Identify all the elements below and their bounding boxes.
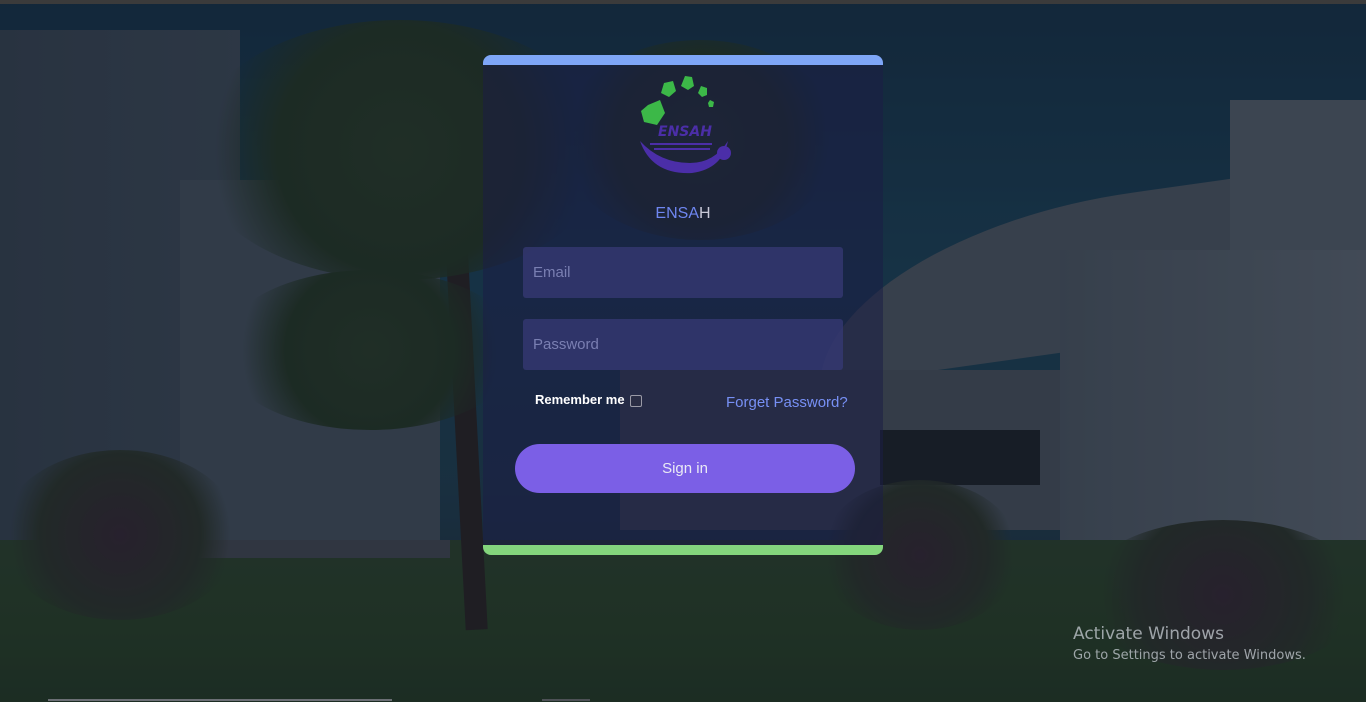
brand-title: ENSAH <box>483 205 883 223</box>
password-field[interactable] <box>523 319 843 370</box>
brand-title-prefix: ENSA <box>655 205 699 222</box>
brand-title-suffix: H <box>699 205 711 222</box>
activate-windows-watermark: Activate Windows Go to Settings to activ… <box>1073 624 1306 663</box>
activate-windows-subtitle: Go to Settings to activate Windows. <box>1073 648 1306 663</box>
taskbar-edge-line <box>48 699 392 701</box>
sign-in-button[interactable]: Sign in <box>515 444 855 493</box>
activate-windows-title: Activate Windows <box>1073 624 1224 644</box>
card-bottom-accent-bar <box>483 545 883 555</box>
remember-me-group: Remember me <box>535 392 642 407</box>
card-top-accent-bar <box>483 55 883 65</box>
forget-password-link[interactable]: Forget Password? <box>726 394 848 411</box>
browser-top-strip <box>0 0 1366 4</box>
remember-me-checkbox[interactable] <box>629 394 642 407</box>
login-card: ENSAH ENSAH Remember me Forget Password?… <box>483 55 883 555</box>
remember-me-label: Remember me <box>535 392 625 407</box>
ensah-logo: ENSAH <box>640 76 731 174</box>
logo-text: ENSAH <box>658 124 712 140</box>
login-page: ENSAH ENSAH Remember me Forget Password?… <box>0 0 1366 702</box>
taskbar-edge-line-short <box>542 699 590 701</box>
email-field[interactable] <box>523 247 843 298</box>
